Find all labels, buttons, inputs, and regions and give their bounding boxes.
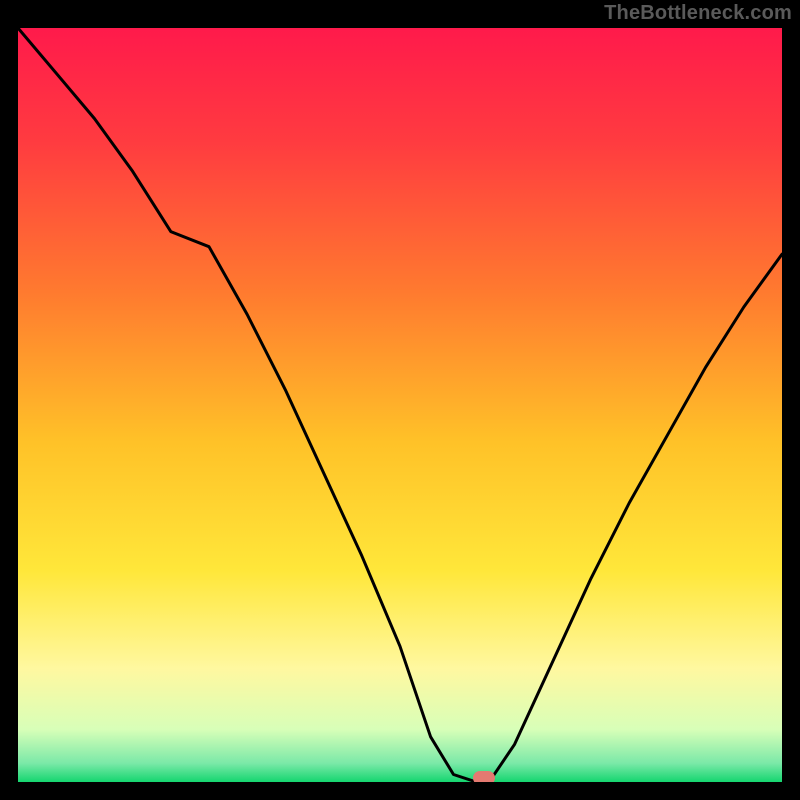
gradient-background — [18, 28, 782, 782]
plot-svg — [18, 28, 782, 782]
optimum-marker — [473, 771, 495, 782]
chart-frame: TheBottleneck.com — [0, 0, 800, 800]
attribution-text: TheBottleneck.com — [604, 2, 792, 25]
plot-area — [18, 28, 782, 782]
